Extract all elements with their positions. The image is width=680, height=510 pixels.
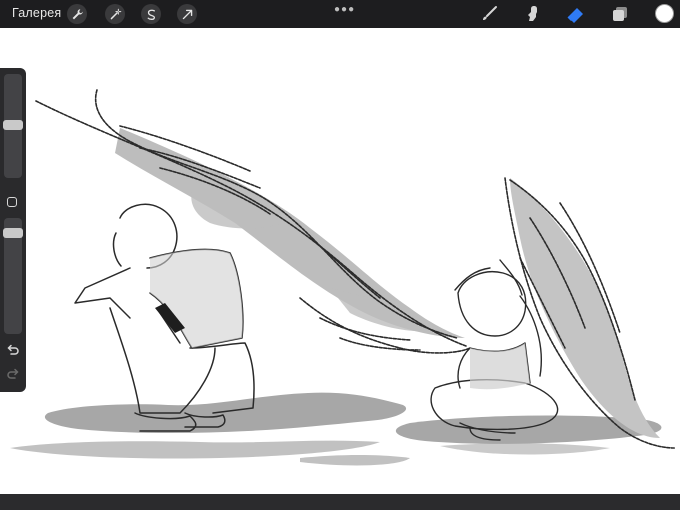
smudge-tool-button[interactable] [522,4,544,24]
transform-arrow-icon [182,9,192,19]
brush-size-handle[interactable] [3,120,23,130]
artwork-sketch [10,89,676,466]
smudge-icon [528,6,537,21]
brush-sidebar [0,68,26,392]
opacity-handle[interactable] [3,228,23,238]
transform-button[interactable] [177,4,197,24]
selection-icon [147,9,155,20]
wrench-icon [72,8,83,19]
actions-button[interactable] [67,4,87,24]
magic-wand-icon [110,8,121,19]
redo-icon[interactable] [6,368,20,382]
more-dots-icon[interactable]: ●●● [334,4,355,15]
drawing-canvas[interactable] [0,28,680,494]
undo-icon[interactable] [6,344,20,358]
eraser-tool-button[interactable] [565,4,587,24]
color-picker-button[interactable] [655,4,674,23]
eraser-icon [567,8,583,23]
square-modify-icon[interactable] [7,197,17,207]
brush-icon [483,6,497,20]
layers-button[interactable] [609,4,631,24]
adjustments-button[interactable] [105,4,125,24]
brush-tool-button[interactable] [478,4,500,24]
layers-icon [613,7,627,21]
gallery-button[interactable]: Галерея [12,6,61,20]
selection-button[interactable] [141,4,161,24]
top-toolbar: Галерея ●●● [0,0,680,28]
bottom-bar [0,494,680,510]
